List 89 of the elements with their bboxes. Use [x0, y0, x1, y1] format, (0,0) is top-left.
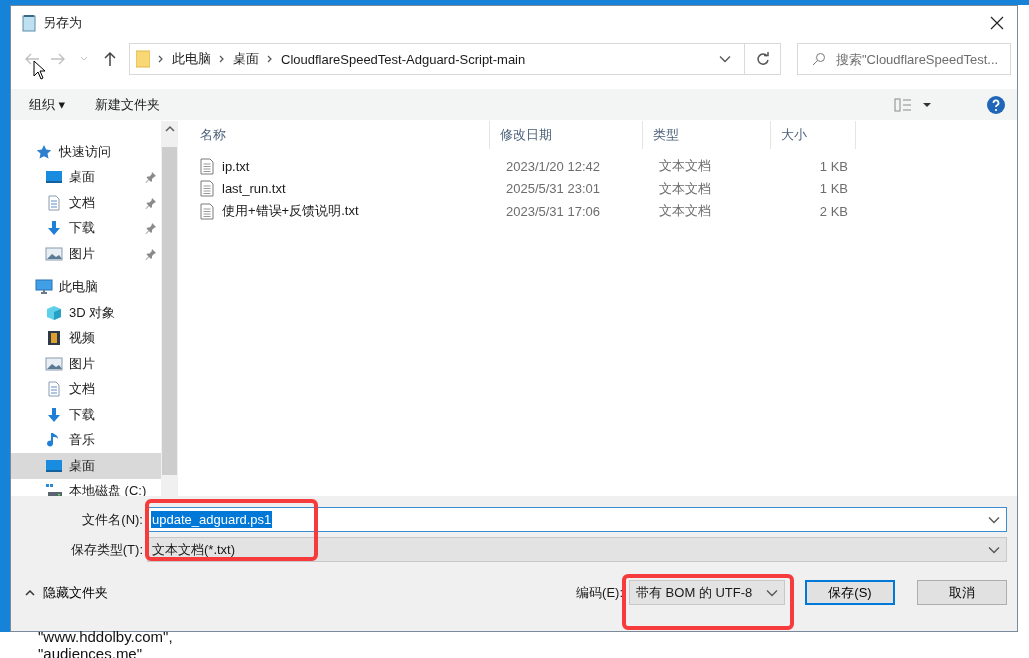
refresh-icon	[755, 52, 770, 66]
navigation-item[interactable]: 桌面	[11, 164, 161, 190]
pin-icon	[145, 247, 157, 260]
chevron-right-icon	[267, 55, 273, 63]
navigation-item[interactable]: 图片	[11, 241, 161, 267]
chevron-down-icon	[719, 55, 731, 63]
table-cell-text: 2 KB	[818, 203, 849, 219]
chevron-down-icon	[988, 515, 1000, 524]
navigation-item[interactable]: 下载	[11, 402, 161, 428]
navigation-item[interactable]: 音乐	[11, 427, 161, 453]
new-folder-button[interactable]: 新建文件夹	[95, 95, 161, 114]
chevron-down-icon	[80, 56, 88, 62]
file-name[interactable]: ip.txt	[222, 158, 250, 174]
table-cell-text: 1 KB	[818, 158, 849, 174]
search-field[interactable]: 搜索"CloudflareSpeedTest...	[797, 43, 1011, 75]
pin-icon	[145, 222, 157, 235]
left-arrow-icon	[24, 52, 40, 66]
down-arrow-icon	[45, 220, 63, 237]
navigation-item[interactable]: 3D 对象	[11, 300, 161, 326]
navigation-item[interactable]: 桌面	[11, 453, 161, 479]
down-arrow-icon	[45, 406, 63, 423]
navigation-item[interactable]: 文档	[11, 376, 161, 402]
filename-field[interactable]: update_adguard.ps1	[147, 507, 1007, 532]
monitor-icon	[45, 457, 63, 474]
computer-icon	[35, 279, 53, 296]
chevron-down-icon	[766, 588, 778, 597]
list-view-icon	[894, 97, 934, 112]
column-header[interactable]: 修改日期	[490, 121, 643, 149]
field-label: 保存类型(T):	[69, 540, 144, 559]
column-header[interactable]: 名称	[190, 121, 490, 149]
table-cell-text: 文本文档	[658, 202, 712, 221]
picture-icon	[45, 355, 63, 372]
window-title: 另存为	[43, 13, 83, 32]
code-line: "www.hddolby.com",	[38, 628, 174, 645]
cube-icon	[45, 304, 63, 321]
help-icon	[987, 95, 1005, 114]
column-header[interactable]: 类型	[643, 121, 771, 149]
navigation-item[interactable]: 文档	[11, 190, 161, 216]
breadcrumb[interactable]: 此电脑	[172, 50, 211, 68]
search-icon	[812, 52, 826, 66]
file-type-dropdown[interactable]: 文本文档(*.txt)	[147, 537, 1007, 562]
table-cell-text: 2023/1/20 12:42	[505, 158, 601, 174]
hide-folders-button[interactable]: 隐藏文件夹	[25, 583, 108, 602]
chevron-up-icon	[25, 589, 35, 596]
text-file-icon	[200, 157, 214, 175]
folder-icon	[136, 50, 150, 68]
navigation-item[interactable]: 图片	[11, 351, 161, 377]
pin-icon	[145, 171, 157, 184]
close-icon	[990, 15, 1004, 30]
table-cell-text: 文本文档	[658, 157, 712, 176]
pin-icon	[145, 196, 157, 209]
mouse-pointer-icon	[33, 60, 47, 80]
encoding-dropdown[interactable]: 带有 BOM 的 UTF-8	[629, 580, 785, 605]
address-bar[interactable]: 此电脑 桌面 CloudflareSpeedTest-Adguard-Script-main	[129, 43, 781, 75]
navigation-item[interactable]: 下载	[11, 215, 161, 241]
chevron-right-icon	[219, 55, 225, 63]
chevron-down-icon	[988, 545, 1000, 554]
notepad-icon	[21, 13, 37, 32]
navigation-item[interactable]: 快速访问	[11, 139, 161, 165]
right-arrow-icon	[50, 52, 66, 66]
up-arrow-icon	[103, 51, 117, 67]
breadcrumb[interactable]: 桌面	[233, 50, 259, 68]
scroll-up-icon	[164, 125, 175, 133]
film-icon	[45, 330, 63, 347]
organize-menu[interactable]: 组织 ▾	[29, 95, 66, 114]
navigation-item[interactable]: 视频	[11, 325, 161, 351]
text-file-icon	[200, 180, 214, 198]
scrollbar[interactable]	[161, 121, 178, 496]
table-cell-text: 文本文档	[658, 179, 712, 198]
field-label: 文件名(N):	[81, 510, 144, 529]
column-header[interactable]: 大小	[771, 121, 856, 149]
file-name[interactable]: 使用+错误+反馈说明.txt	[222, 202, 359, 221]
field-label: 编码(E):	[576, 583, 623, 602]
document-icon	[45, 381, 63, 398]
chevron-right-icon	[158, 55, 164, 63]
table-cell-text: 2023/5/31 17:06	[505, 203, 601, 219]
cancel-button[interactable]: 取消	[917, 580, 1007, 605]
breadcrumb[interactable]: CloudflareSpeedTest-Adguard-Script-main	[281, 51, 526, 67]
picture-icon	[45, 245, 63, 262]
text-file-icon	[200, 202, 214, 220]
table-cell-text: 1 KB	[818, 181, 849, 197]
save-button[interactable]: 保存(S)	[805, 580, 895, 605]
document-icon	[45, 194, 63, 211]
table-cell-text: 2025/5/31 23:01	[505, 181, 601, 197]
monitor-icon	[45, 169, 63, 186]
navigation-item[interactable]: 此电脑	[11, 274, 161, 300]
star-icon	[35, 143, 53, 160]
file-name[interactable]: last_run.txt	[222, 181, 286, 197]
scrollbar-thumb[interactable]	[162, 147, 177, 475]
